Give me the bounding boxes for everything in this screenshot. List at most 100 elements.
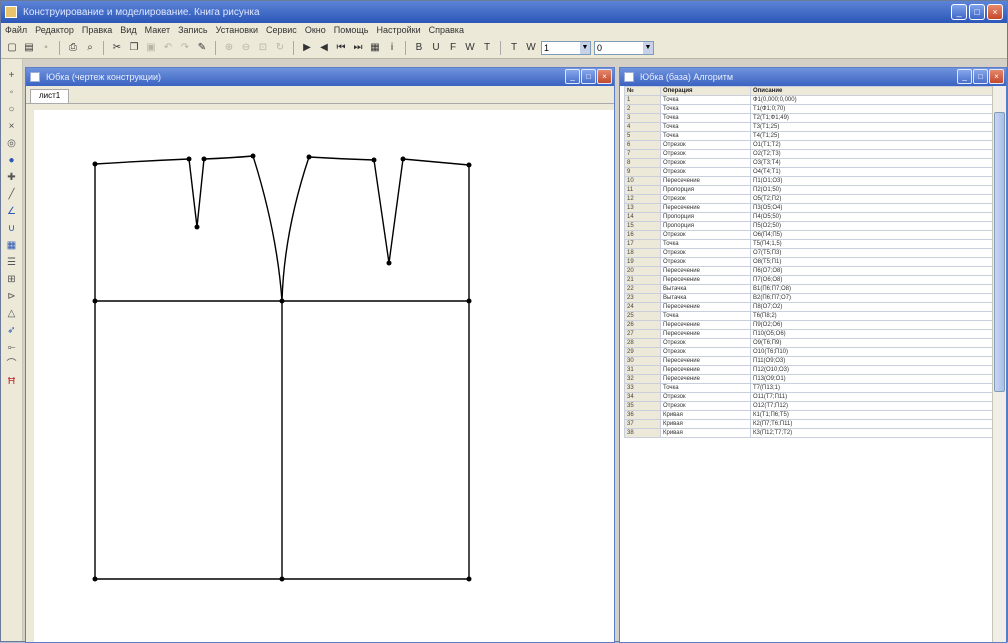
curve-tool-icon[interactable]: ∪ <box>5 222 19 236</box>
drawing-maximize-button[interactable]: □ <box>581 69 596 84</box>
table-row[interactable]: 17 Точка Т5(П4;1,5) <box>624 239 993 249</box>
table-row[interactable]: 4 Точка Т3(Т1;25) <box>624 122 993 132</box>
table-row[interactable]: 3 Точка Т2(Т1;Ф1;49) <box>624 113 993 123</box>
table-row[interactable]: 36 Кривая К1(Т1;П6;Т5) <box>624 410 993 420</box>
table-row[interactable]: 31 Пересечение П12(О10;О3) <box>624 365 993 375</box>
table-row[interactable]: 38 Кривая К3(П12;Т7;Т2) <box>624 428 993 438</box>
info-icon[interactable]: ⅰ <box>385 41 399 55</box>
drawing-close-button[interactable]: × <box>597 69 612 84</box>
drawing-canvas[interactable] <box>26 104 614 642</box>
table-row[interactable]: 7 Отрезок О2(Т2;Т3) <box>624 149 993 159</box>
paste-icon[interactable]: ▣ <box>144 41 158 55</box>
redo-icon[interactable]: ↷ <box>178 41 192 55</box>
table-row[interactable]: 16 Отрезок О6(П4;П5) <box>624 230 993 240</box>
copy-icon[interactable]: ❐ <box>127 41 141 55</box>
step-back-icon[interactable]: ◀ <box>317 41 331 55</box>
table-row[interactable]: 30 Пересечение П11(О9;О3) <box>624 356 993 366</box>
add-tool-icon[interactable]: ✚ <box>5 171 19 185</box>
arc-tool-icon[interactable]: ⌒ <box>5 358 19 372</box>
circle-tool-icon[interactable]: ○ <box>5 103 19 117</box>
print-preview-icon[interactable]: ⌕ <box>83 41 97 55</box>
table-row[interactable]: 19 Отрезок О8(Т5;П1) <box>624 257 993 267</box>
table-row[interactable]: 24 Пересечение П8(О7;О2) <box>624 302 993 312</box>
record-icon[interactable]: ▦ <box>368 41 382 55</box>
pin-tool-icon[interactable]: Ħ <box>5 375 19 389</box>
point-tool-icon[interactable]: + <box>5 69 19 83</box>
table-row[interactable]: 14 Пропорция П4(О5;50) <box>624 212 993 222</box>
table-row[interactable]: 26 Пересечение П9(О2;О6) <box>624 320 993 330</box>
undo-icon[interactable]: ↶ <box>161 41 175 55</box>
line-width-select[interactable]: 1 ▼ <box>541 40 591 55</box>
scrollbar-thumb[interactable] <box>994 112 1005 392</box>
table-row[interactable]: 11 Пропорция П2(О1;50) <box>624 185 993 195</box>
weight-icon[interactable]: W <box>524 41 538 55</box>
table-tool-icon[interactable]: ☰ <box>5 256 19 270</box>
algorithm-maximize-button[interactable]: □ <box>973 69 988 84</box>
dot-tool-icon[interactable]: ● <box>5 154 19 168</box>
table-row[interactable]: 33 Точка Т7(П13;1) <box>624 383 993 393</box>
link-tool-icon[interactable]: ⟜ <box>5 341 19 355</box>
algorithm-close-button[interactable]: × <box>989 69 1004 84</box>
last-icon[interactable]: ⏭ <box>351 41 365 55</box>
table-row[interactable]: 18 Отрезок О7(Т5;П3) <box>624 248 993 258</box>
table-row[interactable]: 12 Отрезок О5(Т2;П2) <box>624 194 993 204</box>
table-row[interactable]: 9 Отрезок О4(Т4;Т1) <box>624 167 993 177</box>
line-tool-icon[interactable]: ╱ <box>5 188 19 202</box>
table-row[interactable]: 21 Пересечение П7(О6;О8) <box>624 275 993 285</box>
menu-item[interactable]: Макет <box>145 25 170 35</box>
close-button[interactable]: × <box>987 4 1003 20</box>
menu-item[interactable]: Установки <box>216 25 258 35</box>
table-row[interactable]: 15 Пропорция П5(О2;50) <box>624 221 993 231</box>
table-row[interactable]: 23 Вытачка В2(П6;П7;О7) <box>624 293 993 303</box>
table-row[interactable]: 25 Точка Т6(П8;2) <box>624 311 993 321</box>
table-row[interactable]: 22 Вытачка В1(П6;П7;О8) <box>624 284 993 294</box>
triangle-tool-icon[interactable]: △ <box>5 307 19 321</box>
table-row[interactable]: 1 Точка Ф1(0,000;0,000) <box>624 95 993 105</box>
table-row[interactable]: 5 Точка Т4(Т1;25) <box>624 131 993 141</box>
menu-item[interactable]: Помощь <box>334 25 369 35</box>
print-icon[interactable]: ⎙ <box>66 41 80 55</box>
table-row[interactable]: 28 Отрезок О9(Т6;П9) <box>624 338 993 348</box>
open-folder-icon[interactable]: ▤ <box>22 41 36 55</box>
table-row[interactable]: 10 Пересечение П1(О1;О3) <box>624 176 993 186</box>
table-row[interactable]: 8 Отрезок О3(Т3;Т4) <box>624 158 993 168</box>
zoom-fit-icon[interactable]: ⊡ <box>256 41 270 55</box>
new-file-icon[interactable]: ▢ <box>5 41 19 55</box>
menu-item[interactable]: Вид <box>120 25 136 35</box>
menu-item[interactable]: Настройки <box>377 25 421 35</box>
menu-item[interactable]: Запись <box>178 25 208 35</box>
column-header[interactable]: Описание <box>750 86 993 96</box>
grid-tool-icon[interactable]: ▦ <box>5 239 19 253</box>
first-icon[interactable]: ⏮ <box>334 41 348 55</box>
column-header[interactable]: № <box>624 86 661 96</box>
refresh-icon[interactable]: ↻ <box>273 41 287 55</box>
table-row[interactable]: 6 Отрезок О1(Т1;Т2) <box>624 140 993 150</box>
menu-item[interactable]: Файл <box>5 25 27 35</box>
underline-icon[interactable]: U <box>429 41 443 55</box>
cross-tool-icon[interactable]: × <box>5 120 19 134</box>
column-header[interactable]: Операция <box>660 86 751 96</box>
menu-item[interactable]: Окно <box>305 25 326 35</box>
measure-tool-icon[interactable]: ⊞ <box>5 273 19 287</box>
table-row[interactable]: 29 Отрезок О10(Т6;П10) <box>624 347 993 357</box>
tab-sheet1[interactable]: лист1 <box>30 89 70 103</box>
menu-item[interactable]: Сервис <box>266 25 297 35</box>
algorithm-minimize-button[interactable]: _ <box>957 69 972 84</box>
maximize-button[interactable]: □ <box>969 4 985 20</box>
save-icon[interactable]: ▪ <box>39 41 53 55</box>
menu-item[interactable]: Редактор <box>35 25 74 35</box>
table-row[interactable]: 20 Пересечение П6(О7;О8) <box>624 266 993 276</box>
table-row[interactable]: 34 Отрезок О11(Т7;П11) <box>624 392 993 402</box>
bold-icon[interactable]: B <box>412 41 426 55</box>
table-row[interactable]: 13 Пересечение П3(О5;О4) <box>624 203 993 213</box>
drawing-minimize-button[interactable]: _ <box>565 69 580 84</box>
table-row[interactable]: 32 Пересечение П13(О9;О1) <box>624 374 993 384</box>
node-tool-icon[interactable]: ◦ <box>5 86 19 100</box>
table-row[interactable]: 2 Точка Т1(Ф1;0;70) <box>624 104 993 114</box>
font-icon[interactable]: F <box>446 41 460 55</box>
table-row[interactable]: 27 Пересечение П10(О5;О6) <box>624 329 993 339</box>
layer-select[interactable]: 0 ▼ <box>594 40 654 55</box>
text-style-icon[interactable]: T <box>507 41 521 55</box>
cut-icon[interactable]: ✂ <box>110 41 124 55</box>
zoom-in-icon[interactable]: ⊕ <box>222 41 236 55</box>
